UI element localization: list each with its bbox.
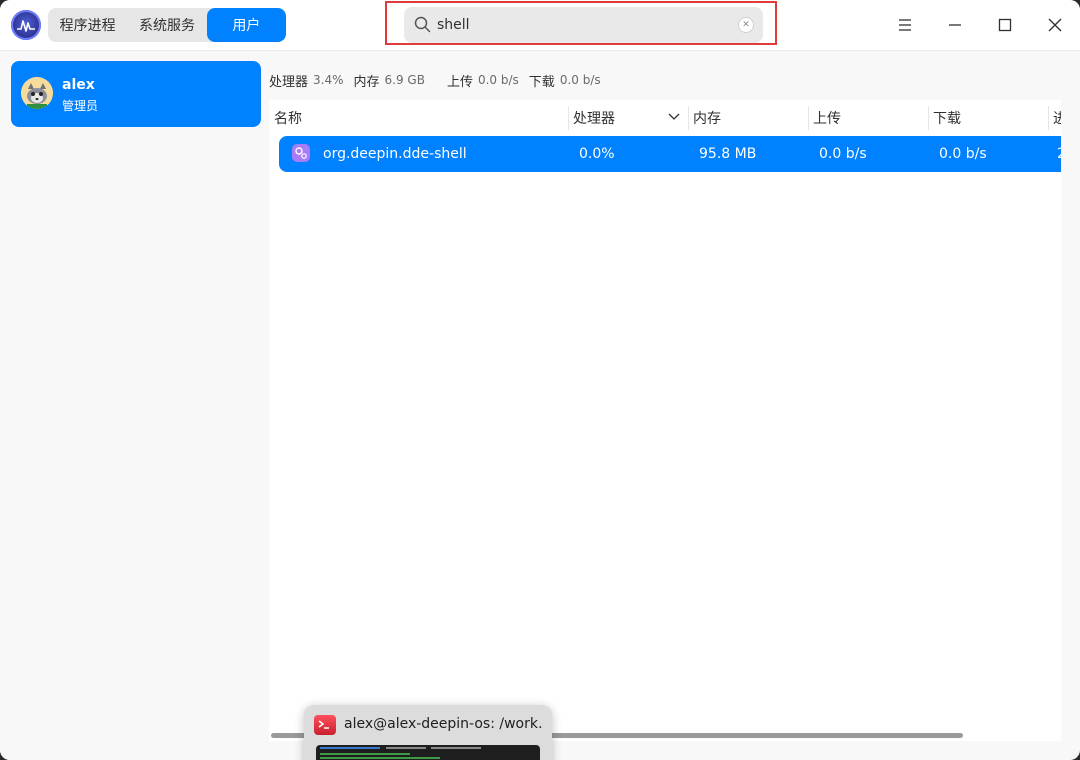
tab-users[interactable]: 用户 [206,8,286,42]
summary-up-value: 0.0 b/s [477,73,519,87]
column-header-download[interactable]: 下载 [933,100,961,136]
column-header-memory[interactable]: 内存 [693,100,721,136]
taskbar-window-preview[interactable]: alex@alex-deepin-os: /work… [304,705,552,760]
sidebar-item-user[interactable]: alex 管理员 [11,61,261,127]
summary-down-label: 下载 [528,74,555,90]
process-upload: 0.0 b/s [819,146,867,162]
title-bar: 程序进程 系统服务 用户 ✕ [0,0,1080,51]
user-name: alex [62,77,95,93]
terminal-icon [314,715,336,735]
process-name: org.deepin.dde-shell [323,146,467,162]
summary-up-label: 上传 [446,74,473,90]
summary-cpu-label: 处理器 [269,74,309,90]
process-table: 名称 处理器 内存 上传 下载 进 org.deepin.dde-shell 0… [269,100,1061,741]
minimize-button[interactable] [940,10,970,40]
process-cpu: 0.0% [579,146,615,162]
maximize-button[interactable] [990,10,1020,40]
user-role: 管理员 [62,99,99,113]
tab-processes[interactable]: 程序进程 [48,8,127,42]
close-button[interactable] [1040,10,1070,40]
column-header-truncated[interactable]: 进 [1053,100,1061,136]
app-window: 程序进程 系统服务 用户 ✕ [0,0,1080,760]
process-download: 0.0 b/s [939,146,987,162]
maximize-icon [998,18,1012,32]
minimize-icon [949,24,961,26]
process-memory: 95.8 MB [699,146,757,162]
summary-mem-value: 6.9 GB [384,73,425,87]
view-tabs: 程序进程 系统服务 用户 [48,8,286,42]
app-logo-icon [11,10,41,40]
process-icon [292,144,310,162]
user-sidebar: alex 管理员 [0,51,268,760]
table-row[interactable]: org.deepin.dde-shell 0.0% 95.8 MB 0.0 b/… [279,136,1061,172]
clear-search-icon[interactable]: ✕ [739,18,753,32]
menu-button[interactable] [890,10,920,40]
summary-cpu-value: 3.4% [313,73,344,87]
column-header-cpu[interactable]: 处理器 [573,100,615,136]
preview-thumbnail [316,745,540,760]
usage-summary: 处理器 3.4% 内存 6.9 GB 上传 0.0 b/s 下载 0.0 b/s [269,70,611,90]
search-input[interactable] [437,7,727,43]
tab-services[interactable]: 系统服务 [127,8,206,42]
summary-down-value: 0.0 b/s [559,73,601,87]
search-box[interactable]: ✕ [404,7,763,43]
table-header: 名称 处理器 内存 上传 下载 进 [269,100,1080,136]
summary-mem-label: 内存 [353,74,380,90]
preview-title: alex@alex-deepin-os: /work… [344,716,544,732]
column-header-upload[interactable]: 上传 [813,100,841,136]
process-extra: 2 [1057,136,1061,172]
search-icon [414,16,431,33]
sort-descending-icon [668,113,680,120]
close-icon [1048,18,1062,32]
column-header-name[interactable]: 名称 [274,100,302,136]
menu-icon [899,19,911,31]
avatar [21,77,53,109]
